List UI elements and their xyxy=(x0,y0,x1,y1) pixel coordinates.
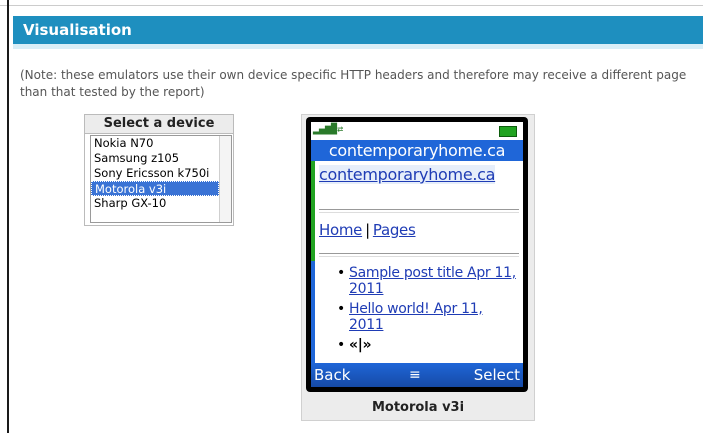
device-option-motorola-v3i[interactable]: Motorola v3i xyxy=(91,181,219,196)
divider xyxy=(319,253,519,257)
phone-content: contemporaryhome.ca Home|Pages Sample po… xyxy=(311,161,523,363)
softkey-bar: Back ≡ Select xyxy=(311,363,523,387)
site-nav: Home | Pages xyxy=(319,221,416,239)
signal-icon: ▂▄▆█⇄ xyxy=(313,124,344,135)
device-option-samsung-z105[interactable]: Samsung z105 xyxy=(91,151,219,166)
scroll-thumb xyxy=(311,261,315,363)
phone-status-bar: ▂▄▆█⇄ xyxy=(311,122,523,140)
list-item: «|» xyxy=(337,337,517,353)
device-option-sony-ericsson-k750i[interactable]: Sony Ericsson k750i xyxy=(91,166,219,181)
section-title: Visualisation xyxy=(23,21,132,39)
menu-icon[interactable]: ≡ xyxy=(409,363,421,387)
select-softkey[interactable]: Select xyxy=(474,363,520,387)
post-link[interactable]: Sample post title Apr 11, 2011 xyxy=(349,265,516,297)
device-listbox[interactable]: Nokia N70 Samsung z105 Sony Ericsson k75… xyxy=(90,135,232,223)
emulator-panel: ▂▄▆█⇄ contemporaryhome.ca contemporaryho… xyxy=(301,114,535,421)
site-home-link[interactable]: contemporaryhome.ca xyxy=(319,165,495,184)
site-title-bar: contemporaryhome.ca xyxy=(311,140,523,161)
back-softkey[interactable]: Back xyxy=(314,363,350,387)
section-header: Visualisation xyxy=(13,16,703,49)
post-link[interactable]: Hello world! Apr 11, 2011 xyxy=(349,301,483,333)
list-item: Sample post title Apr 11, 2011 xyxy=(337,265,517,297)
list-item: Hello world! Apr 11, 2011 xyxy=(337,301,517,333)
emulator-note: (Note: these emulators use their own dev… xyxy=(20,68,687,99)
nav-separator: | xyxy=(365,221,370,239)
nav-home-link[interactable]: Home xyxy=(319,221,362,239)
device-name-label: Motorola v3i xyxy=(371,400,465,415)
phone-frame: ▂▄▆█⇄ contemporaryhome.ca contemporaryho… xyxy=(306,117,528,392)
post-list: Sample post title Apr 11, 2011 Hello wor… xyxy=(337,265,517,357)
device-selector-panel: Select a device Nokia N70 Samsung z105 S… xyxy=(84,114,234,226)
listbox-scrollbar[interactable] xyxy=(219,136,231,222)
pager-arrows[interactable]: «|» xyxy=(349,337,372,353)
device-selector-title: Select a device xyxy=(85,115,233,134)
phone-screen: ▂▄▆█⇄ contemporaryhome.ca contemporaryho… xyxy=(311,122,523,387)
divider xyxy=(319,209,519,213)
device-option-nokia-n70[interactable]: Nokia N70 xyxy=(91,136,219,151)
top-border xyxy=(0,0,703,6)
nav-pages-link[interactable]: Pages xyxy=(373,221,416,239)
device-option-sharp-gx-10[interactable]: Sharp GX-10 xyxy=(91,196,219,211)
battery-icon xyxy=(499,126,517,137)
left-border xyxy=(7,0,9,433)
